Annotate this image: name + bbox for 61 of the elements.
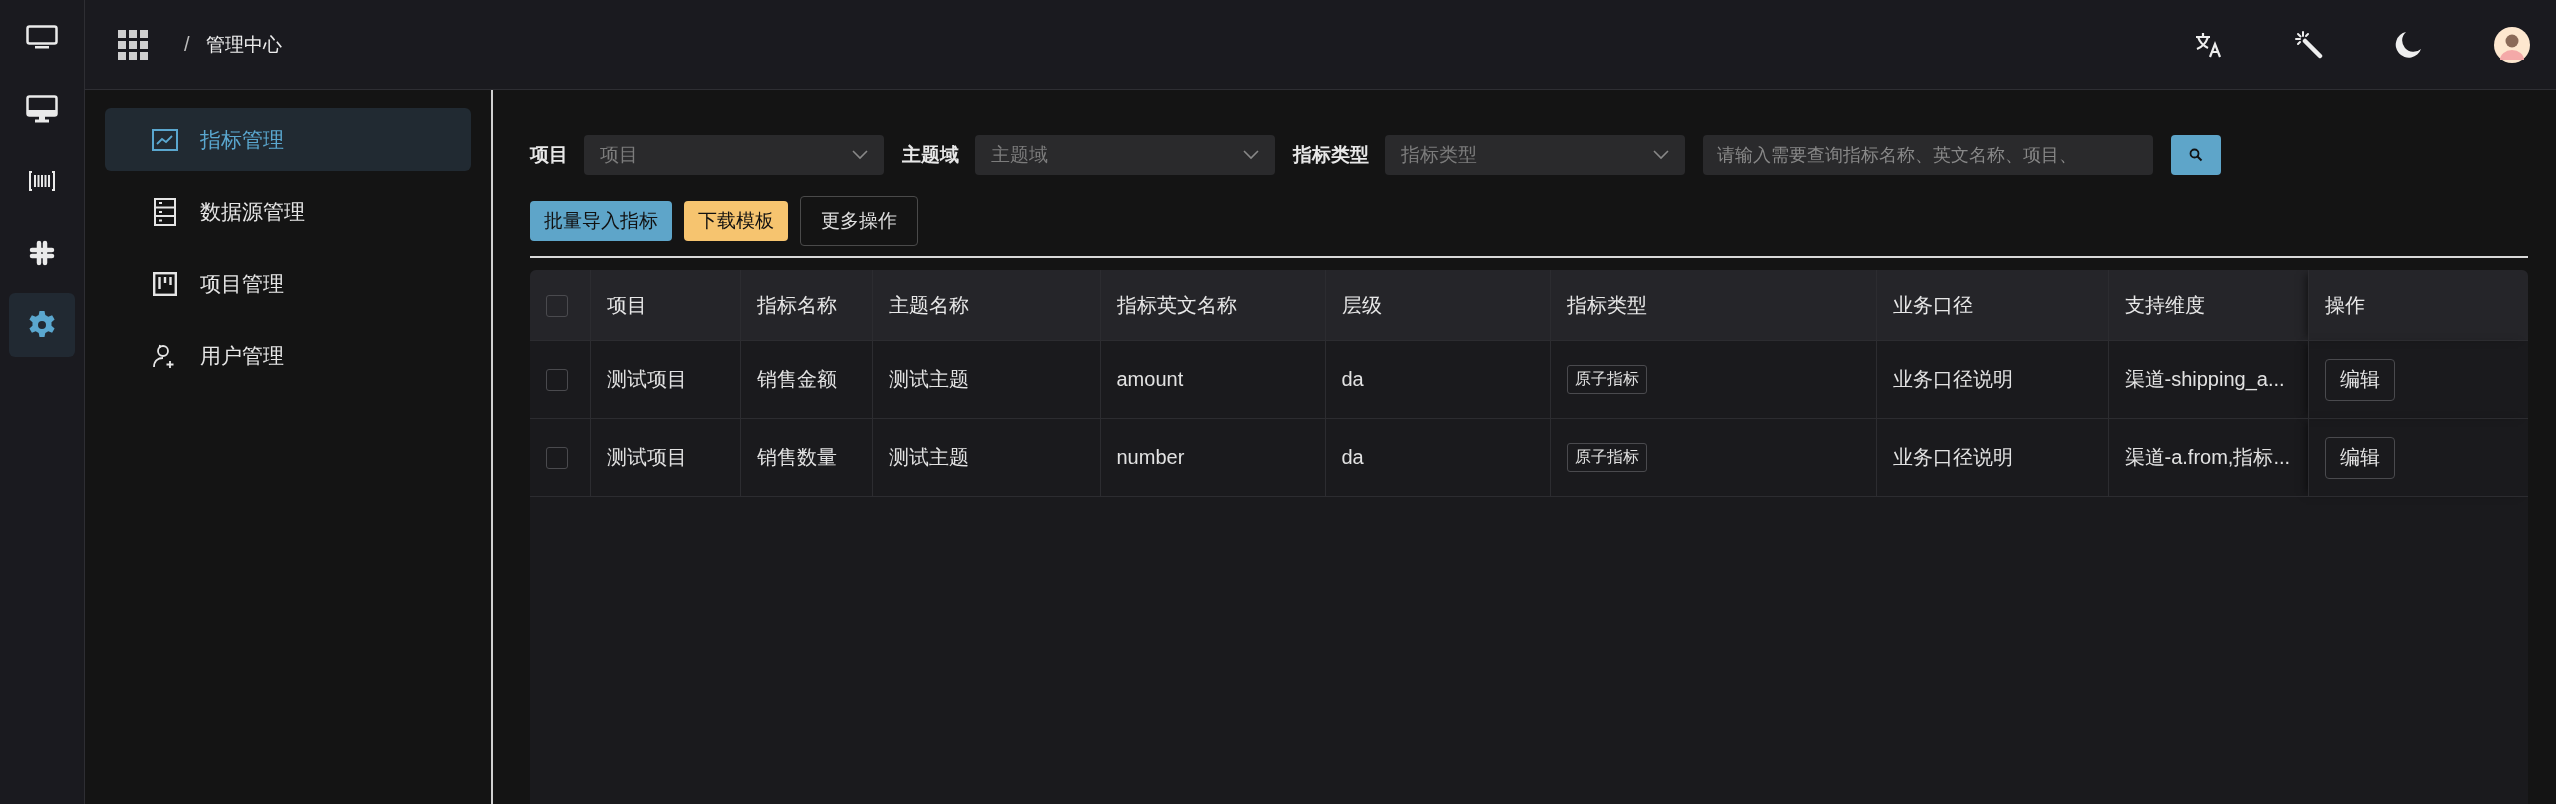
table-cell: amount	[1100, 340, 1325, 419]
monitor-icon	[26, 25, 58, 49]
filter-label: 项目	[530, 143, 568, 167]
barcode-icon	[28, 170, 56, 192]
column-header: 指标类型	[1550, 270, 1876, 341]
filter-label: 指标类型	[1293, 143, 1369, 167]
table-cell: 渠道-shipping_a...	[2108, 340, 2308, 419]
magic-wand-icon[interactable]	[2295, 30, 2323, 59]
search-field[interactable]: 请输入需要查询指标名称、英文名称、项目、	[1703, 135, 2153, 175]
select-all-checkbox[interactable]	[546, 294, 568, 317]
type-tag: 原子指标	[1566, 365, 1647, 394]
chevron-down-icon	[1243, 150, 1259, 160]
more-actions-button[interactable]: 更多操作	[800, 196, 918, 246]
search-button[interactable]	[2171, 135, 2221, 175]
column-header: 指标名称	[740, 270, 872, 341]
type-tag: 原子指标	[1566, 443, 1647, 472]
table-cell: 测试项目	[590, 418, 740, 497]
chevron-down-icon	[852, 150, 868, 160]
action-button[interactable]: 下载模板	[684, 201, 788, 241]
table-cell: 销售数量	[740, 418, 872, 497]
sidebar-item[interactable]: 指标管理	[105, 108, 471, 171]
chart-icon	[152, 128, 178, 151]
apps-grid-icon[interactable]	[118, 29, 148, 60]
table-cell: 测试主题	[872, 418, 1100, 497]
hash-icon	[29, 240, 55, 266]
sidebar-item[interactable]: 项目管理	[105, 252, 471, 315]
column-header: 操作	[2308, 270, 2528, 341]
table-cell: da	[1325, 418, 1550, 497]
sidebar-item[interactable]: 用户管理	[105, 324, 471, 387]
table-cell: da	[1325, 340, 1550, 419]
board-icon	[152, 271, 178, 296]
server-icon	[152, 197, 178, 226]
table-cell: 业务口径说明	[1876, 418, 2108, 497]
edit-button[interactable]: 编辑	[2324, 358, 2395, 401]
chevron-down-icon	[1653, 150, 1669, 160]
column-header: 层级	[1325, 270, 1550, 341]
edit-button[interactable]: 编辑	[2324, 436, 2395, 479]
moon-icon[interactable]	[2395, 30, 2422, 59]
settings-icon	[27, 310, 57, 340]
translate-icon[interactable]	[2195, 31, 2223, 58]
sidebar-item[interactable]: 数据源管理	[105, 180, 471, 243]
search-icon	[2189, 148, 2203, 162]
table-cell: 渠道-a.from,指标...	[2108, 418, 2308, 497]
breadcrumb-item[interactable]: 管理中心	[205, 31, 282, 58]
table-cell: 业务口径说明	[1876, 340, 2108, 419]
table-cell: 测试主题	[872, 340, 1100, 419]
row-checkbox[interactable]	[546, 447, 568, 470]
column-header: 项目	[590, 270, 740, 341]
table-cell: 销售金额	[740, 340, 872, 419]
action-button[interactable]: 批量导入指标	[530, 201, 672, 241]
filter-label: 主题域	[902, 143, 959, 167]
column-header: 支持维度	[2108, 270, 2308, 341]
avatar[interactable]	[2494, 26, 2530, 63]
desktop-icon	[26, 95, 58, 123]
row-checkbox[interactable]	[546, 369, 568, 392]
table-cell: 测试项目	[590, 340, 740, 419]
column-header: 指标英文名称	[1100, 270, 1325, 341]
table-cell: number	[1100, 418, 1325, 497]
column-header: 主题名称	[872, 270, 1100, 341]
breadcrumb-separator: /	[184, 33, 190, 56]
column-header: 业务口径	[1876, 270, 2108, 341]
